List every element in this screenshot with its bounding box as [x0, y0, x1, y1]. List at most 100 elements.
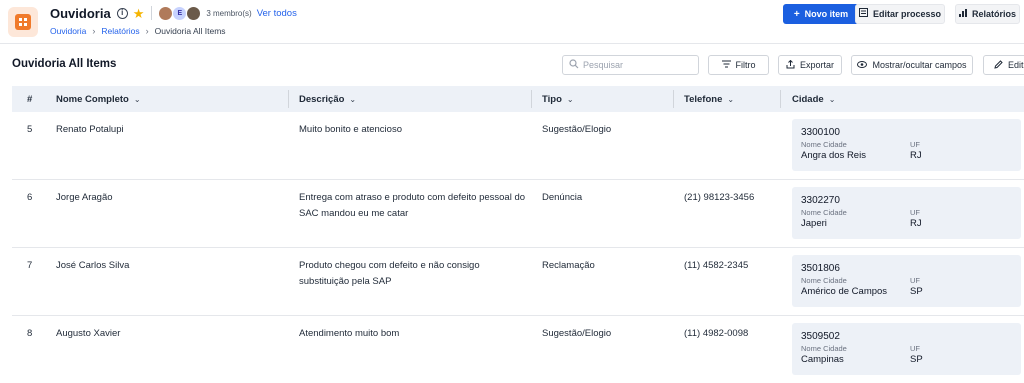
city-name: Angra dos Reis — [801, 150, 866, 161]
table-row[interactable]: 7 José Carlos Silva Produto chegou com d… — [12, 248, 1024, 316]
divider — [151, 6, 153, 20]
edit-button[interactable]: Edit — [983, 55, 1024, 75]
row-name: José Carlos Silva — [56, 260, 130, 271]
city-card[interactable]: 3509502 Nome Cidade UF Campinas SP — [792, 323, 1021, 375]
avatar: E — [173, 6, 187, 20]
app-logo-icon[interactable] — [8, 7, 38, 37]
see-all-link[interactable]: Ver todos — [257, 8, 297, 19]
column-divider[interactable] — [780, 90, 781, 108]
column-header-nome[interactable]: Nome Completo ⌄ — [56, 86, 141, 112]
city-code: 3300100 — [801, 127, 840, 138]
column-header-telefone[interactable]: Telefone ⌄ — [684, 86, 734, 112]
column-label: # — [27, 93, 33, 105]
reports-button[interactable]: Relatórios — [955, 4, 1020, 24]
edit-process-button[interactable]: Editar processo — [855, 4, 945, 24]
column-divider[interactable] — [531, 90, 532, 108]
reports-label: Relatórios — [971, 9, 1016, 19]
plus-icon: + — [793, 8, 800, 20]
row-phone: (11) 4982-0098 — [684, 328, 749, 339]
row-type: Denúncia — [542, 192, 583, 203]
filter-button[interactable]: Filtro — [708, 55, 769, 75]
city-uf-label: UF — [910, 208, 920, 217]
column-label: Cidade — [792, 93, 824, 105]
avatar — [187, 6, 201, 20]
table-header: # Nome Completo ⌄ Descrição ⌄ Tipo ⌄ Tel… — [12, 86, 1024, 112]
column-divider[interactable] — [673, 90, 674, 108]
city-card[interactable]: 3501806 Nome Cidade UF Américo de Campos… — [792, 255, 1021, 307]
star-icon[interactable]: ★ — [133, 7, 145, 20]
chevron-down-icon: ⌄ — [727, 94, 735, 104]
city-card[interactable]: 3302270 Nome Cidade UF Japeri RJ — [792, 187, 1021, 239]
pencil-icon — [994, 59, 1003, 71]
chevron-down-icon: ⌄ — [566, 94, 574, 104]
chevron-right-icon: › — [92, 26, 96, 36]
city-code: 3509502 — [801, 331, 840, 342]
members-count: 3 membro(s) — [206, 8, 252, 18]
row-description: Produto chegou com defeito e não consigo… — [299, 260, 480, 287]
filter-label: Filtro — [735, 60, 756, 70]
new-item-label: Novo item — [804, 9, 849, 19]
search-input[interactable] — [583, 60, 693, 70]
column-header-descricao[interactable]: Descrição ⌄ — [299, 86, 356, 112]
city-uf-label: UF — [910, 140, 920, 149]
row-name: Renato Potalupi — [56, 124, 124, 135]
row-description: Muito bonito e atencioso — [299, 124, 402, 135]
city-uf-label: UF — [910, 276, 920, 285]
row-type: Sugestão/Elogio — [542, 124, 612, 135]
export-icon — [786, 59, 795, 71]
chevron-right-icon: › — [145, 26, 149, 36]
chevron-down-icon: ⌄ — [349, 94, 357, 104]
city-name-label: Nome Cidade — [801, 208, 847, 217]
city-uf: RJ — [910, 218, 922, 229]
breadcrumb: Ouvidoria › Relatórios › Ouvidoria All I… — [50, 26, 226, 36]
eye-icon — [857, 60, 868, 70]
row-name: Augusto Xavier — [56, 328, 121, 339]
member-avatars[interactable]: E — [159, 6, 201, 20]
city-name-label: Nome Cidade — [801, 276, 847, 285]
view-title: Ouvidoria All Items — [12, 58, 117, 70]
column-header-tipo[interactable]: Tipo ⌄ — [542, 86, 574, 112]
edit-process-icon — [858, 8, 868, 20]
show-hide-fields-button[interactable]: Mostrar/ocultar campos — [851, 55, 973, 75]
city-uf: SP — [910, 286, 923, 297]
column-divider[interactable] — [288, 90, 289, 108]
table-row[interactable]: 6 Jorge Aragão Entrega com atraso e prod… — [12, 180, 1024, 248]
city-card[interactable]: 3300100 Nome Cidade UF Angra dos Reis RJ — [792, 119, 1021, 171]
breadcrumb-relatorios[interactable]: Relatórios — [101, 26, 139, 36]
chevron-down-icon: ⌄ — [828, 94, 836, 104]
row-number: 8 — [27, 328, 33, 339]
breadcrumb-current: Ouvidoria All Items — [154, 26, 226, 36]
city-code: 3501806 — [801, 263, 840, 274]
export-button[interactable]: Exportar — [778, 55, 842, 75]
row-type: Reclamação — [542, 260, 595, 271]
city-name-label: Nome Cidade — [801, 140, 847, 149]
city-uf: RJ — [910, 150, 922, 161]
row-type: Sugestão/Elogio — [542, 328, 612, 339]
app-header: Ouvidoria i ★ E 3 membro(s) Ver todos Ou… — [0, 0, 1024, 44]
city-uf: SP — [910, 354, 923, 365]
info-icon[interactable]: i — [116, 7, 128, 19]
row-number: 6 — [27, 192, 33, 203]
column-header-cidade[interactable]: Cidade ⌄ — [792, 86, 835, 112]
show-hide-fields-label: Mostrar/ocultar campos — [872, 60, 967, 70]
export-label: Exportar — [799, 60, 834, 70]
city-name-label: Nome Cidade — [801, 344, 847, 353]
column-label: Telefone — [684, 93, 723, 105]
search-icon — [569, 58, 579, 72]
edit-label: Edit — [1008, 60, 1024, 70]
row-description: Atendimento muito bom — [299, 328, 400, 339]
breadcrumb-ouvidoria[interactable]: Ouvidoria — [50, 26, 86, 36]
city-uf-label: UF — [910, 344, 920, 353]
column-label: Tipo — [542, 93, 562, 105]
row-phone: (21) 98123-3456 — [684, 192, 755, 203]
table-row[interactable]: 8 Augusto Xavier Atendimento muito bom S… — [12, 316, 1024, 383]
bar-chart-icon — [958, 8, 967, 20]
city-name: Campinas — [801, 354, 844, 365]
city-code: 3302270 — [801, 195, 840, 206]
new-item-button[interactable]: + Novo item — [783, 4, 859, 24]
row-name: Jorge Aragão — [56, 192, 113, 203]
avatar — [159, 6, 173, 20]
table-row[interactable]: 5 Renato Potalupi Muito bonito e atencio… — [12, 112, 1024, 180]
row-phone: (11) 4582-2345 — [684, 260, 749, 271]
search-box[interactable] — [562, 55, 699, 75]
